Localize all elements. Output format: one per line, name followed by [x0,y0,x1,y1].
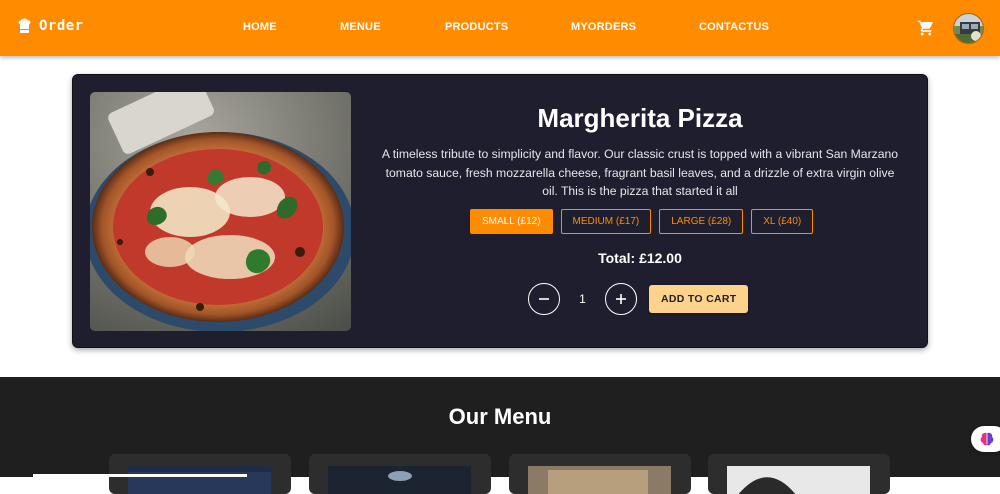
menu-section: Our Menu [0,377,1000,494]
brand-name: Order [39,18,84,34]
product-image [90,92,351,331]
nav-link-products[interactable]: PRODUCTS [445,21,508,33]
menu-card-image [328,466,471,494]
decrement-button[interactable] [528,283,560,315]
increment-button[interactable] [605,283,637,315]
avatar-image [954,14,983,43]
add-to-cart-button[interactable]: ADD TO CART [649,285,749,313]
menu-card[interactable] [309,454,491,494]
size-small-button[interactable]: SMALL (£12) [470,209,553,234]
shopping-cart-icon[interactable] [917,19,935,37]
assistant-button[interactable] [971,426,1000,452]
brand-logo[interactable]: Order [18,18,84,34]
size-medium-button[interactable]: MEDIUM (£17) [560,209,652,234]
size-options: SMALL (£12) MEDIUM (£17) LARGE (£28) XL … [470,209,814,234]
nav-link-menue[interactable]: MENUE [340,21,381,33]
chef-hat-icon [18,18,31,33]
user-avatar[interactable] [953,13,984,44]
menu-card-image [528,466,671,494]
plus-icon [616,294,626,304]
quantity-controls: 1 ADD TO CART [528,283,749,315]
size-large-button[interactable]: LARGE (£28) [659,209,744,234]
minus-icon [539,298,549,300]
total-price: Total: £12.00 [598,250,682,266]
product-description: A timeless tribute to simplicity and fla… [381,147,899,198]
nav-link-myorders[interactable]: MYORDERS [571,21,636,33]
product-title: Margherita Pizza [537,103,743,133]
nav-link-contactus[interactable]: CONTACTUS [699,21,769,33]
top-navbar: Order HOME MENUE PRODUCTS MYORDERS CONTA… [0,0,1000,56]
menu-card[interactable] [509,454,691,494]
product-info: Margherita Pizza A timeless tribute to s… [373,75,907,349]
brain-icon [980,432,994,446]
nav-link-home[interactable]: HOME [243,21,277,33]
size-xl-button[interactable]: XL (£40) [751,209,814,234]
menu-card-image [727,466,870,494]
menu-title: Our Menu [448,404,552,429]
product-card: Margherita Pizza A timeless tribute to s… [72,74,928,348]
menu-card-image [128,466,271,494]
quantity-value: 1 [579,292,586,306]
menu-card[interactable] [708,454,890,494]
